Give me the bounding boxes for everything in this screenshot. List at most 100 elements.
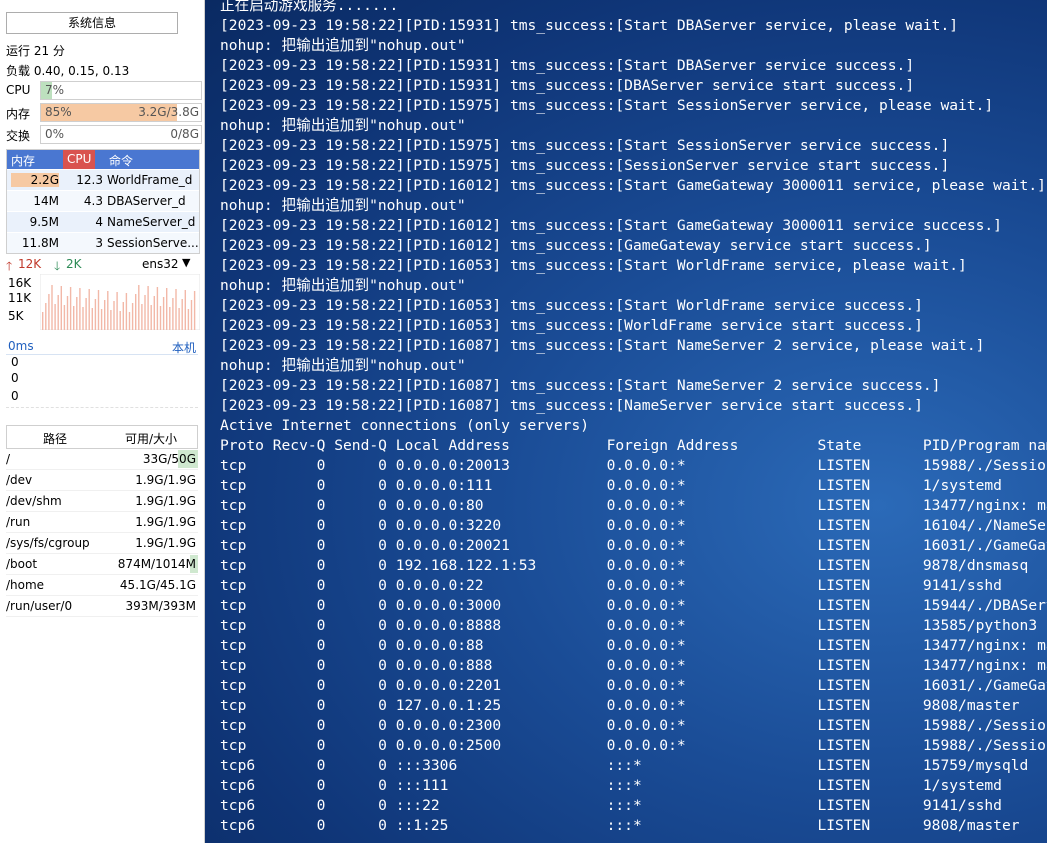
process-cpu: 4 <box>95 215 103 229</box>
latency-monitor: 0ms 本机 0 0 0 <box>6 338 198 408</box>
terminal-line: tcp 0 0 0.0.0.0:2201 0.0.0.0:* LISTEN 16… <box>220 677 1047 694</box>
network-bar <box>48 294 50 330</box>
terminal-line: [2023-09-23 19:58:22][PID:16053] tms_suc… <box>220 297 923 314</box>
network-bar <box>116 292 118 330</box>
disk-row[interactable]: / 33G/50G <box>6 449 198 470</box>
interface-select[interactable]: ens32 <box>142 257 179 271</box>
terminal-line: nohup: 把输出追加到"nohup.out" <box>220 277 466 294</box>
terminal-line: [2023-09-23 19:58:22][PID:16087] tms_suc… <box>220 397 923 414</box>
header-command[interactable]: 命令 <box>109 152 133 169</box>
terminal-line: [2023-09-23 19:58:22][PID:16012] tms_suc… <box>220 217 1002 234</box>
network-monitor: 🡑 12K 🡓 2K ens32 ▼ 16K 11K 5K <box>6 256 200 336</box>
network-bar <box>76 297 78 330</box>
disk-row[interactable]: /dev 1.9G/1.9G <box>6 470 198 491</box>
terminal-line: [2023-09-23 19:58:22][PID:15931] tms_suc… <box>220 57 915 74</box>
terminal-line: tcp 0 0 127.0.0.1:25 0.0.0.0:* LISTEN 98… <box>220 697 1020 714</box>
terminal-line: tcp 0 0 0.0.0.0:20021 0.0.0.0:* LISTEN 1… <box>220 537 1047 554</box>
network-bar <box>159 306 162 330</box>
terminal-line: nohup: 把输出追加到"nohup.out" <box>220 117 466 134</box>
process-cpu: 3 <box>95 236 103 250</box>
cpu-meter: CPU 7% <box>6 81 202 100</box>
disk-row[interactable]: /dev/shm 1.9G/1.9G <box>6 491 198 512</box>
process-row[interactable]: 11.8M 3 SessionServe... <box>7 232 199 253</box>
memory-percent: 85% <box>45 105 72 119</box>
header-cpu[interactable]: CPU <box>63 150 96 169</box>
disk-table-header: 路径 可用/大小 <box>6 425 198 449</box>
net-y-label: 16K <box>8 276 32 290</box>
terminal-line: tcp 0 0 0.0.0.0:88 0.0.0.0:* LISTEN 1347… <box>220 637 1047 654</box>
terminal-line: tcp6 0 0 :::3306 :::* LISTEN 15759/mysql… <box>220 757 1029 774</box>
terminal-line: [2023-09-23 19:58:22][PID:15931] tms_suc… <box>220 77 915 94</box>
process-memory: 11.8M <box>21 236 59 250</box>
header-usage[interactable]: 可用/大小 <box>125 430 177 447</box>
latency-y-label: 0 <box>11 389 19 403</box>
network-bar <box>141 304 143 330</box>
disk-usage: 393M/393M <box>125 599 196 613</box>
disk-usage: 1.9G/1.9G <box>135 515 196 529</box>
disk-path: /run <box>6 515 31 529</box>
disk-path: /boot <box>6 557 38 571</box>
terminal-line: tcp 0 0 0.0.0.0:8888 0.0.0.0:* LISTEN 13… <box>220 617 1038 634</box>
disk-row[interactable]: /sys/fs/cgroup 1.9G/1.9G <box>6 533 198 554</box>
network-bar <box>128 312 131 330</box>
network-bar <box>66 296 69 330</box>
swap-label: 交换 <box>6 129 31 143</box>
process-table: 内存 CPU 命令 2.2G 12.3 WorldFrame_d 14M 4.3… <box>6 149 200 254</box>
disk-row[interactable]: /run/user/0 393M/393M <box>6 596 198 617</box>
net-y-label: 5K <box>8 309 24 323</box>
terminal-line: [2023-09-23 19:58:22][PID:15975] tms_suc… <box>220 157 950 174</box>
network-bar <box>97 290 100 330</box>
network-bar <box>122 302 124 330</box>
chevron-down-icon[interactable]: ▼ <box>182 256 190 269</box>
disk-path: /dev/shm <box>6 494 62 508</box>
network-bar <box>162 297 165 330</box>
header-path[interactable]: 路径 <box>43 430 67 447</box>
disk-table: 路径 可用/大小 / 33G/50G/dev 1.9G/1.9G/dev/shm 1.… <box>6 425 198 617</box>
swap-value: 0/8G <box>170 127 199 141</box>
process-command: NameServer_d <box>107 215 196 229</box>
network-bar <box>88 289 90 330</box>
process-table-header: 内存 CPU 命令 <box>7 150 199 169</box>
system-info-panel: 系统信息 运行 21 分 负载 0.40, 0.15, 0.13 CPU 7% … <box>0 0 205 843</box>
process-row[interactable]: 14M 4.3 DBAServer_d <box>7 190 199 211</box>
terminal-line: tcp 0 0 0.0.0.0:20013 0.0.0.0:* LISTEN 1… <box>220 457 1047 474</box>
upload-speed: 12K <box>18 257 42 271</box>
network-bar <box>54 304 56 330</box>
network-bar <box>51 285 53 330</box>
network-bar <box>147 286 149 330</box>
process-row[interactable]: 2.2G 12.3 WorldFrame_d <box>7 169 199 190</box>
terminal-line: nohup: 把输出追加到"nohup.out" <box>220 357 466 374</box>
process-command: WorldFrame_d <box>107 173 193 187</box>
terminal-line: tcp6 0 0 ::1:25 :::* LISTEN 9808/master <box>220 817 1020 834</box>
cpu-percent: 7% <box>45 83 65 97</box>
network-traffic-chart <box>40 274 200 330</box>
network-bar <box>113 301 115 330</box>
memory-bar: 85% 3.2G/3.8G <box>40 103 202 122</box>
network-bar <box>190 300 193 330</box>
disk-usage: 45.1G/45.1G <box>119 578 196 592</box>
terminal-line: tcp 0 0 192.168.122.1:53 0.0.0.0:* LISTE… <box>220 557 1029 574</box>
terminal-line: [2023-09-23 19:58:22][PID:16053] tms_suc… <box>220 257 967 274</box>
network-bar <box>144 295 146 330</box>
disk-rows: / 33G/50G/dev 1.9G/1.9G/dev/shm 1.9G/1.9G/r… <box>6 449 198 617</box>
process-row[interactable]: 9.5M 4 NameServer_d <box>7 211 199 232</box>
network-bar <box>63 305 66 330</box>
disk-row[interactable]: /boot 874M/1014M <box>6 554 198 575</box>
process-command: DBAServer_d <box>107 194 186 208</box>
disk-row[interactable]: /run 1.9G/1.9G <box>6 512 198 533</box>
network-bar <box>178 308 180 330</box>
disk-usage: 874M/1014M <box>117 557 196 571</box>
system-info-button[interactable]: 系统信息 <box>6 12 178 34</box>
network-bar <box>57 295 59 330</box>
network-bar <box>94 299 97 330</box>
swap-percent: 0% <box>45 127 65 141</box>
terminal-output: 正在启动游戏服务....... [2023-09-23 19:58:22][PID… <box>220 0 1047 836</box>
network-bar <box>79 288 81 330</box>
disk-row[interactable]: /home 45.1G/45.1G <box>6 575 198 596</box>
network-bar <box>131 303 134 330</box>
header-memory[interactable]: 内存 <box>11 152 35 169</box>
terminal-line: [2023-09-23 19:58:22][PID:16012] tms_suc… <box>220 177 1046 194</box>
terminal-window[interactable]: 正在启动游戏服务....... [2023-09-23 19:58:22][PID… <box>205 0 1047 843</box>
net-y-label: 11K <box>8 291 32 305</box>
cpu-label: CPU <box>6 83 31 97</box>
